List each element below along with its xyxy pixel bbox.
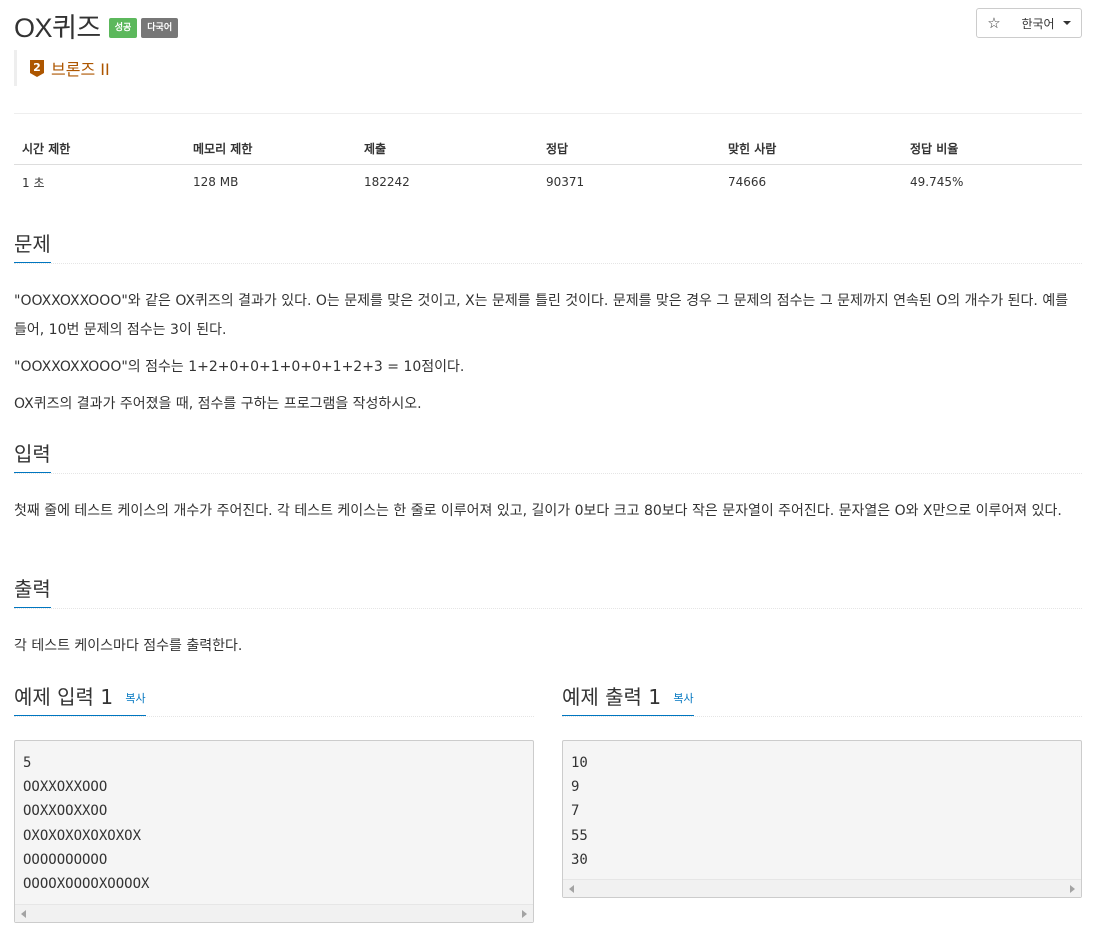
- scroll-right-arrow-icon[interactable]: [1070, 885, 1075, 893]
- output-heading: 출력: [14, 574, 51, 608]
- sample-line: 5: [23, 755, 32, 771]
- scroll-left-arrow-icon[interactable]: [569, 885, 574, 893]
- success-badge: 성공: [108, 18, 138, 38]
- header-accepted: 정답: [538, 132, 720, 165]
- sample-output-lines: 10 9 7 55 30: [563, 741, 1081, 872]
- problem-heading: 문제: [14, 229, 51, 263]
- sample-input-title: 예제 입력 1: [14, 685, 114, 709]
- title-row: OX퀴즈 성공 다국어: [14, 8, 182, 43]
- problem-paragraph-2: "OOXXOXXOOO"의 점수는 1+2+0+0+1+0+0+1+2+3 = …: [14, 359, 465, 375]
- page-title: OX퀴즈: [14, 12, 101, 43]
- sample-line: 55: [571, 827, 588, 844]
- sample-line: OOXXOXXOOO: [23, 779, 108, 796]
- scroll-right-arrow-icon[interactable]: [522, 910, 527, 918]
- input-description: 첫째 줄에 테스트 케이스의 개수가 주어진다. 각 테스트 케이스는 한 줄로…: [14, 503, 1062, 519]
- header-memory-limit: 메모리 제한: [185, 132, 356, 165]
- sample-input-header: 예제 입력 1 복사: [14, 682, 534, 717]
- star-icon: ☆: [987, 14, 1001, 32]
- bronze-tier-icon: 2: [30, 59, 44, 77]
- output-section-header: 출력: [14, 574, 1082, 609]
- problem-paragraph-1: "OOXXOXXOOO"와 같은 OX퀴즈의 결과가 있다. O는 문제를 맞은…: [14, 293, 1069, 338]
- problem-section-header: 문제: [14, 229, 1082, 264]
- language-label: 한국어: [1021, 16, 1055, 31]
- table-header-row: 시간 제한 메모리 제한 제출 정답 맞힌 사람 정답 비율: [14, 132, 1082, 165]
- horizontal-scrollbar[interactable]: [15, 904, 533, 922]
- sample-output-heading: 예제 출력 1 복사: [562, 682, 694, 716]
- sample-line: 10: [571, 755, 588, 771]
- sample-input-lines: 5 OOXXOXXOOO OOXXOOXXOO OXOXOXOXOXOXOX OOOOO…: [15, 741, 533, 896]
- sample-line: OXOXOXOXOXOXOX: [23, 827, 142, 844]
- input-section-header: 입력: [14, 439, 1082, 474]
- horizontal-scrollbar[interactable]: [563, 879, 1081, 897]
- memory-limit-value: 128 MB: [193, 175, 239, 189]
- copy-sample-input-button[interactable]: 복사: [125, 692, 145, 705]
- sample-line: OOOOOOOOOO: [23, 851, 108, 868]
- copy-sample-output-button[interactable]: 복사: [673, 692, 693, 705]
- sample-line: 7: [571, 803, 580, 820]
- table-row: 1 초 128 MB 182242 90371 74666 49.745%: [14, 165, 1082, 200]
- tier-link[interactable]: 브론즈 II: [51, 56, 110, 80]
- time-limit-value: 1 초: [22, 175, 45, 190]
- multilang-badge: 다국어: [141, 18, 179, 38]
- sample-input-box[interactable]: 5 OOXXOXXOOO OOXXOOXXOO OXOXOXOXOXOXOX OOOOO…: [14, 740, 534, 923]
- sample-line: OOOOXOOOOXOOOOX: [23, 876, 150, 893]
- sample-output-header: 예제 출력 1 복사: [562, 682, 1082, 717]
- tier-row: 2 브론즈 II: [14, 50, 110, 86]
- tier-number: 2: [33, 61, 41, 74]
- accept-ratio-value: 49.745%: [910, 175, 964, 189]
- input-heading: 입력: [14, 439, 51, 473]
- solved-users-value: 74666: [728, 175, 767, 189]
- header-solved-users: 맞힌 사람: [720, 132, 902, 165]
- sample-line: 9: [571, 779, 580, 796]
- header-divider: [14, 113, 1082, 114]
- star-favorite-button[interactable]: ☆: [976, 8, 1012, 38]
- scroll-left-arrow-icon[interactable]: [21, 910, 26, 918]
- problem-info-table: 시간 제한 메모리 제한 제출 정답 맞힌 사람 정답 비율 1 초 128 M…: [14, 132, 1082, 199]
- output-description: 각 테스트 케이스마다 점수를 출력한다.: [14, 638, 243, 654]
- header-time-limit: 시간 제한: [14, 132, 185, 165]
- header-accept-ratio: 정답 비율: [902, 132, 1082, 165]
- header-submissions: 제출: [356, 132, 538, 165]
- caret-down-icon: [1062, 21, 1071, 25]
- sample-input-heading: 예제 입력 1 복사: [14, 682, 146, 716]
- accepted-value: 90371: [546, 175, 585, 189]
- submissions-value: 182242: [364, 175, 410, 189]
- sample-line: OOXXOOXXOO: [23, 803, 108, 820]
- problem-paragraph-3: OX퀴즈의 결과가 주어졌을 때, 점수를 구하는 프로그램을 작성하시오.: [14, 396, 422, 412]
- sample-output-title: 예제 출력 1: [562, 685, 662, 709]
- language-dropdown[interactable]: 한국어: [1011, 8, 1082, 38]
- sample-line: 30: [571, 851, 588, 868]
- sample-output-box[interactable]: 10 9 7 55 30: [562, 740, 1082, 898]
